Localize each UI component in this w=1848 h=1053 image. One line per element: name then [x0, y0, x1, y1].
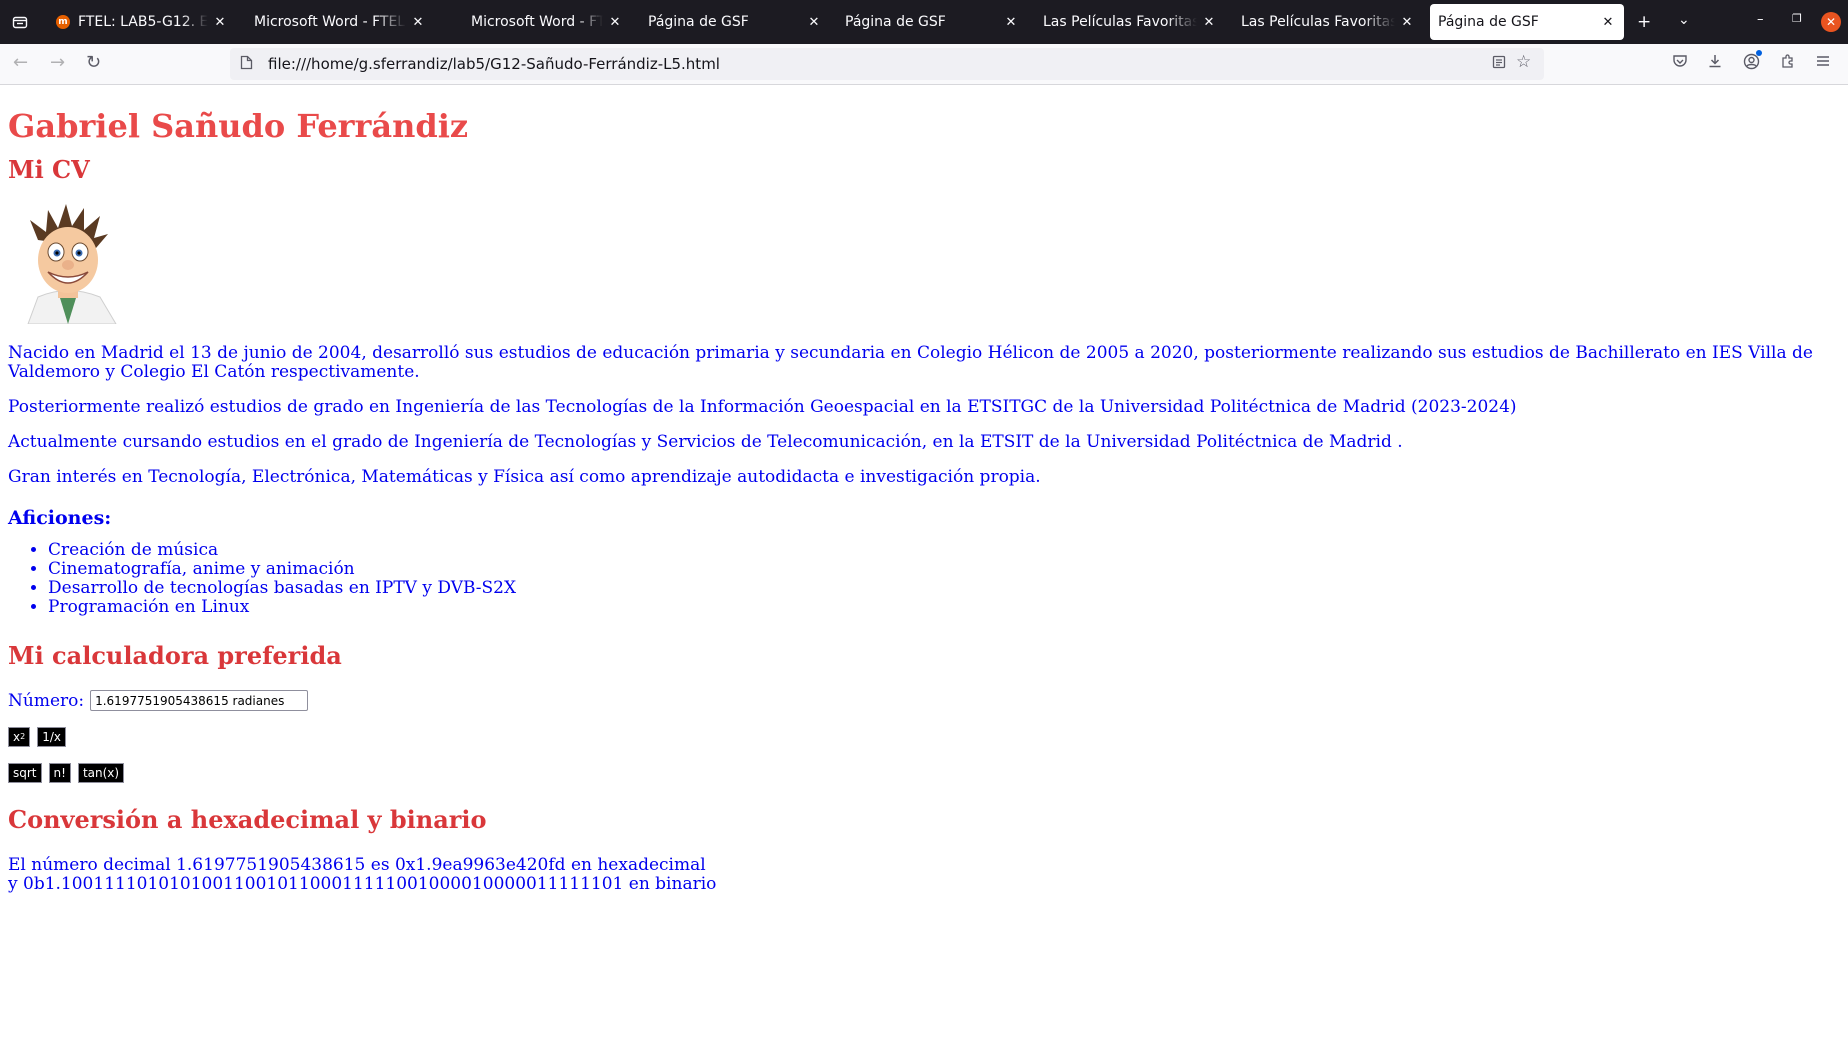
download-icon[interactable] [1707, 53, 1723, 73]
close-tab-icon[interactable]: ✕ [806, 15, 822, 30]
list-item: Cinematografía, anime y animación [48, 560, 1840, 579]
conversion-result: El número decimal 1.6197751905438615 es … [8, 856, 1840, 894]
menu-icon[interactable] [1815, 53, 1831, 73]
calculator-buttons-row-1: x2 1/x [8, 727, 1840, 747]
tab-title: Página de GSF [648, 14, 749, 30]
tab-pagina-gsf-2[interactable]: Página de GSF ✕ [837, 4, 1027, 40]
sqrt-button[interactable]: sqrt [8, 763, 42, 783]
tab-peliculas-1[interactable]: Las Películas Favoritas de ✕ [1035, 4, 1225, 40]
tab-title: Microsoft Word - FTEL-2024 [254, 14, 406, 30]
bio-paragraph: Posteriormente realizó estudios de grado… [8, 397, 1517, 417]
tab-title: Página de GSF [1438, 14, 1539, 30]
hobbies-list: Creación de música Cinematografía, anime… [8, 541, 1840, 617]
account-badge-icon [1756, 50, 1762, 56]
calculator-heading: Mi calculadora preferida [8, 641, 342, 670]
list-item: Creación de música [48, 541, 1840, 560]
list-all-tabs-icon[interactable]: ⌄ [1678, 12, 1690, 28]
conversion-heading: Conversión a hexadecimal y binario [8, 805, 487, 834]
close-tab-icon[interactable]: ✕ [1003, 15, 1019, 30]
close-tab-icon[interactable]: ✕ [1201, 15, 1217, 30]
bio-paragraph: Nacido en Madrid el 13 de junio de 2004,… [8, 343, 1813, 382]
tab-word-1[interactable]: Microsoft Word - FTEL-2024 ✕ [246, 4, 434, 40]
page-title: Gabriel Sañudo Ferrándiz [8, 107, 469, 145]
restore-icon[interactable]: ❐ [1792, 12, 1802, 25]
list-item: Desarrollo de tecnologías basadas en IPT… [48, 579, 1840, 598]
number-row: Número: 1.6197751905438615 radianes [8, 690, 1840, 711]
tan-button[interactable]: tan(x) [77, 763, 125, 783]
tab-title: Las Películas Favoritas de [1043, 14, 1197, 30]
inverse-button[interactable]: 1/x [37, 727, 66, 747]
forward-icon[interactable]: → [50, 52, 65, 73]
binary-result-line: y 0b1.1001111010101001100101100011111001… [8, 874, 717, 894]
number-input[interactable]: 1.6197751905438615 radianes [90, 690, 309, 711]
moodle-favicon-icon: m [56, 15, 70, 29]
extensions-icon[interactable] [1780, 53, 1796, 73]
tab-title: FTEL: LAB5-G12. Entrega [78, 14, 208, 30]
number-input-value[interactable]: 1.6197751905438615 radianes [95, 694, 284, 708]
bookmark-star-icon[interactable]: ☆ [1516, 52, 1531, 72]
reader-view-icon[interactable] [1492, 55, 1506, 73]
hex-result-line: El número decimal 1.6197751905438615 es … [8, 855, 706, 875]
tab-title: Las Películas Favoritas de [1241, 14, 1395, 30]
tab-bar: m FTEL: LAB5-G12. Entrega ✕ Microsoft Wo… [0, 0, 1848, 44]
page-icon [240, 55, 260, 74]
navigation-toolbar: ← → ↻ file:///home/g.sferrandiz/lab5/G12… [0, 44, 1848, 85]
factorial-button[interactable]: n! [48, 763, 71, 783]
calculator-buttons-row-2: sqrt n! tan(x) [8, 763, 1840, 783]
account-icon[interactable] [1743, 53, 1760, 74]
list-item: Programación en Linux [48, 598, 1840, 617]
minimize-icon[interactable]: – [1757, 12, 1764, 27]
tab-pagina-gsf-1[interactable]: Página de GSF ✕ [640, 4, 830, 40]
tab-word-2[interactable]: Microsoft Word - FTEL ✕ [463, 4, 631, 40]
number-label: Número: [8, 690, 85, 711]
pocket-icon[interactable] [1672, 53, 1688, 73]
close-tab-icon[interactable]: ✕ [1600, 15, 1616, 30]
bio-paragraph: Gran interés en Tecnología, Electrónica,… [8, 467, 1041, 487]
back-icon[interactable]: ← [13, 52, 28, 73]
tab-ftel-lab5[interactable]: m FTEL: LAB5-G12. Entrega ✕ [48, 4, 236, 40]
avatar-image [8, 202, 128, 325]
bio-paragraph: Actualmente cursando estudios en el grad… [8, 432, 1403, 452]
close-tab-icon[interactable]: ✕ [212, 15, 228, 30]
new-tab-icon[interactable]: + [1637, 12, 1651, 32]
tab-title: Microsoft Word - FTEL [471, 14, 603, 30]
square-button-base: x [13, 730, 21, 744]
close-tab-icon[interactable]: ✕ [410, 15, 426, 30]
url-text[interactable]: file:///home/g.sferrandiz/lab5/G12-Sañud… [268, 55, 720, 73]
page-content: Gabriel Sañudo Ferrándiz Mi CV Nacido en… [0, 107, 1848, 894]
tab-peliculas-2[interactable]: Las Películas Favoritas de ✕ [1233, 4, 1423, 40]
square-button[interactable]: x2 [8, 727, 31, 747]
tab-pagina-gsf-active[interactable]: Página de GSF ✕ [1430, 4, 1624, 40]
close-tab-icon[interactable]: ✕ [1399, 15, 1415, 30]
tab-title: Página de GSF [845, 14, 946, 30]
cv-heading: Mi CV [8, 155, 90, 184]
url-bar[interactable]: file:///home/g.sferrandiz/lab5/G12-Sañud… [230, 48, 1544, 80]
hobbies-heading: Aficiones: [8, 507, 112, 529]
reload-icon[interactable]: ↻ [86, 52, 101, 73]
tab-overview-icon[interactable] [2, 0, 38, 44]
window-close-icon[interactable]: ✕ [1821, 12, 1841, 32]
close-tab-icon[interactable]: ✕ [607, 15, 623, 30]
